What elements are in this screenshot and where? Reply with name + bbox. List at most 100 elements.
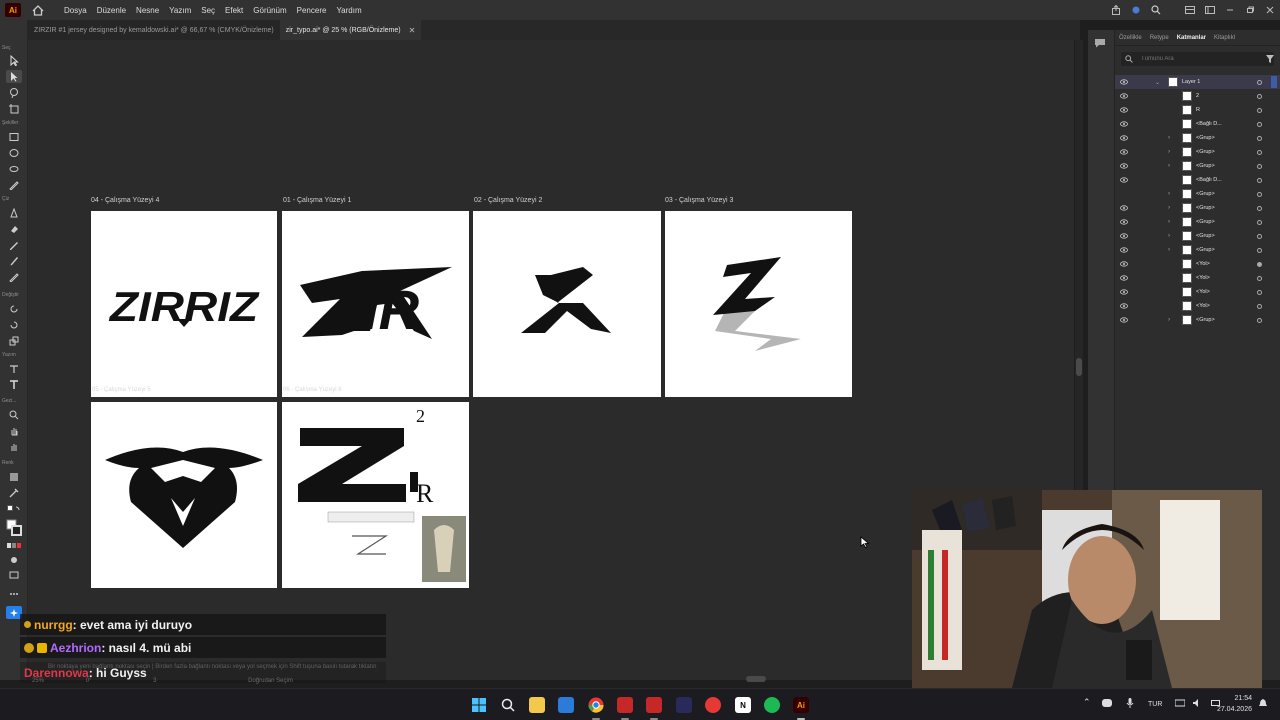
target-circle-icon[interactable]: [1257, 289, 1262, 295]
media-player-icon[interactable]: [705, 697, 721, 713]
layer-row[interactable]: <Bağlı D...: [1115, 173, 1280, 187]
polygon-tool-icon[interactable]: [6, 162, 22, 175]
pen-tool-icon[interactable]: [6, 206, 22, 219]
screen-mode-icon[interactable]: [6, 568, 22, 581]
layer-row[interactable]: › <Grup>: [1115, 313, 1280, 327]
layer-row[interactable]: › <Grup>: [1115, 187, 1280, 201]
illustrator-taskbar-icon[interactable]: Ai: [793, 697, 809, 713]
target-circle-icon[interactable]: [1257, 93, 1262, 99]
artboard-1[interactable]: ZIR 06 - Çalışma Yüzeyi 6: [282, 211, 469, 397]
comments-icon[interactable]: [1094, 38, 1106, 50]
expand-chevron-icon[interactable]: ›: [1168, 191, 1170, 197]
print-tiling-icon[interactable]: [6, 440, 22, 453]
layer-row[interactable]: <Yol>: [1115, 257, 1280, 271]
chrome-icon[interactable]: [588, 697, 604, 713]
target-circle-icon[interactable]: [1257, 233, 1262, 239]
artboard-5[interactable]: [91, 402, 277, 588]
visibility-eye-icon[interactable]: [1120, 79, 1128, 85]
tab-properties[interactable]: Özellikle: [1115, 35, 1146, 41]
more-tools-icon[interactable]: [6, 587, 22, 600]
rotate-tool-icon[interactable]: [6, 302, 22, 315]
file-explorer-icon[interactable]: [529, 697, 545, 713]
photos-icon[interactable]: [558, 697, 574, 713]
tab-layers[interactable]: Katmanlar: [1173, 35, 1210, 41]
clock-date[interactable]: 27.04.2026: [1216, 706, 1252, 713]
layer-row[interactable]: › <Grup>: [1115, 229, 1280, 243]
workspace-icon[interactable]: [1180, 0, 1200, 20]
visibility-eye-icon[interactable]: [1120, 177, 1128, 183]
layer-row[interactable]: <Yol>: [1115, 271, 1280, 285]
layers-search[interactable]: [1121, 52, 1274, 66]
discover-icon[interactable]: [1126, 0, 1146, 20]
share-icon[interactable]: [1106, 0, 1126, 20]
layer-row[interactable]: › <Grup>: [1115, 145, 1280, 159]
target-circle-icon[interactable]: [1257, 191, 1262, 197]
reflect-tool-icon[interactable]: [6, 318, 22, 331]
menu-dosya[interactable]: Dosya: [59, 6, 92, 15]
menu-pencere[interactable]: Pencere: [292, 6, 332, 15]
expand-chevron-icon[interactable]: ›: [1168, 149, 1170, 155]
target-circle-icon[interactable]: [1257, 275, 1262, 281]
gradient-tool-icon[interactable]: [6, 470, 22, 483]
zoom-tool-icon[interactable]: [6, 408, 22, 421]
type-tool-icon[interactable]: [6, 378, 22, 391]
artboard-2[interactable]: [473, 211, 661, 397]
language-indicator[interactable]: TUR: [1148, 701, 1162, 708]
rectangle-tool-icon[interactable]: [6, 130, 22, 143]
target-circle-icon[interactable]: [1257, 219, 1262, 225]
target-circle-icon[interactable]: [1257, 247, 1262, 253]
layers-search-input[interactable]: [1141, 56, 1251, 62]
menu-efekt[interactable]: Efekt: [220, 6, 248, 15]
illustrator-logo[interactable]: Ai: [5, 3, 21, 17]
target-circle-icon[interactable]: [1257, 177, 1262, 183]
vertical-scroll-thumb[interactable]: [1076, 358, 1082, 376]
scale-tool-icon[interactable]: [6, 334, 22, 347]
artboard-label[interactable]: 01 - Çalışma Yüzeyi 1: [283, 197, 351, 204]
filter-icon[interactable]: [1266, 55, 1274, 65]
artboard-3[interactable]: [665, 211, 852, 397]
discord-tray-icon[interactable]: [1102, 699, 1112, 709]
expand-chevron-icon[interactable]: ›: [1168, 233, 1170, 239]
hand-tool-icon[interactable]: [6, 424, 22, 437]
visibility-eye-icon[interactable]: [1120, 219, 1128, 225]
expand-chevron-icon[interactable]: ›: [1168, 247, 1170, 253]
notion-icon[interactable]: N: [735, 697, 751, 713]
app-icon-red-1[interactable]: [617, 697, 633, 713]
search-icon[interactable]: [500, 697, 516, 713]
minimize-icon[interactable]: [1220, 0, 1240, 20]
visibility-eye-icon[interactable]: [1120, 289, 1128, 295]
app-icon-red-2[interactable]: [646, 697, 662, 713]
menu-yazim[interactable]: Yazım: [164, 6, 196, 15]
visibility-eye-icon[interactable]: [1120, 233, 1128, 239]
visibility-eye-icon[interactable]: [1120, 317, 1128, 323]
eyedropper-tool-icon[interactable]: [6, 486, 22, 499]
microphone-icon[interactable]: [1126, 698, 1134, 710]
target-circle-icon[interactable]: [1257, 303, 1262, 309]
volume-icon[interactable]: [1192, 698, 1202, 710]
layer-row[interactable]: › <Grup>: [1115, 215, 1280, 229]
layer-row-layer1[interactable]: ⌄ Layer 1: [1115, 75, 1280, 89]
width-tool-icon[interactable]: [6, 362, 22, 375]
target-circle-icon[interactable]: [1257, 79, 1262, 85]
tab-retype[interactable]: Retype: [1146, 35, 1173, 41]
artboard-6[interactable]: 2 R: [282, 402, 469, 588]
search-icon[interactable]: [1146, 0, 1166, 20]
ellipse-tool-icon[interactable]: [6, 146, 22, 159]
visibility-eye-icon[interactable]: [1120, 135, 1128, 141]
brush-tool-icon[interactable]: [6, 254, 22, 267]
target-circle-icon[interactable]: [1257, 163, 1262, 169]
color-mode-icons[interactable]: [6, 539, 22, 552]
fill-stroke-swatch[interactable]: [6, 518, 22, 538]
expand-chevron-icon[interactable]: ›: [1168, 317, 1170, 323]
layer-row[interactable]: › <Grup>: [1115, 243, 1280, 257]
menu-gorunum[interactable]: Görünüm: [248, 6, 291, 15]
target-circle-icon[interactable]: [1257, 205, 1262, 211]
lasso-tool-icon[interactable]: [6, 86, 22, 99]
visibility-eye-icon[interactable]: [1120, 303, 1128, 309]
panel-toggle-icon[interactable]: [1200, 0, 1220, 20]
app-icon-blue[interactable]: [676, 697, 692, 713]
menu-nesne[interactable]: Nesne: [131, 6, 164, 15]
layer-row[interactable]: <Yol>: [1115, 299, 1280, 313]
close-window-icon[interactable]: [1260, 0, 1280, 20]
visibility-eye-icon[interactable]: [1120, 93, 1128, 99]
